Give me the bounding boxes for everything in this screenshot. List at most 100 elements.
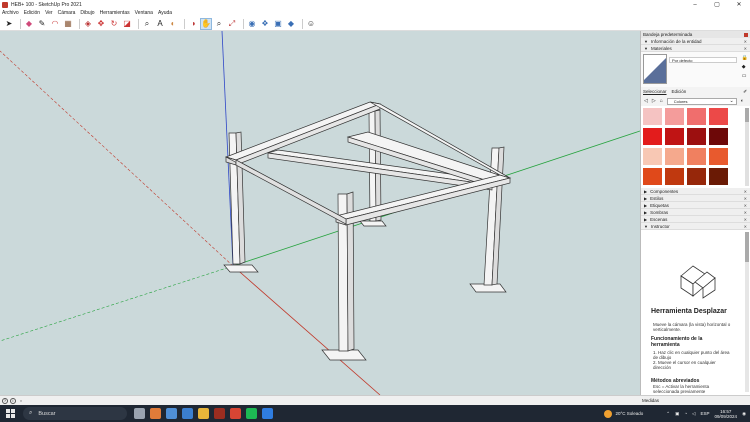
- color-swatch[interactable]: [687, 128, 706, 145]
- panel-scenes[interactable]: ▶ Escenas ✕: [641, 216, 750, 223]
- zoom-extents-icon[interactable]: ⤢: [227, 19, 237, 29]
- drawing-area[interactable]: [0, 31, 640, 395]
- extension-icon[interactable]: ❖: [260, 19, 270, 29]
- color-swatch[interactable]: [643, 168, 662, 185]
- close-button[interactable]: ✕: [728, 0, 750, 9]
- taskbar-app-icon[interactable]: [262, 408, 273, 419]
- material-swatch[interactable]: [643, 54, 667, 84]
- pencil-icon[interactable]: ✎: [37, 19, 47, 29]
- pan-icon[interactable]: ✋: [200, 17, 212, 30]
- select-icon[interactable]: ➤: [4, 19, 14, 29]
- taskbar-app-icon[interactable]: [150, 408, 161, 419]
- menu-ayuda[interactable]: Ayuda: [158, 10, 172, 16]
- minimize-button[interactable]: –: [684, 0, 706, 9]
- warehouse-icon[interactable]: ◉: [247, 19, 257, 29]
- user-icon[interactable]: ☺: [306, 19, 316, 29]
- credits-icon[interactable]: ○: [18, 398, 24, 404]
- tab-select[interactable]: Seleccionar: [643, 89, 667, 94]
- language-indicator[interactable]: ESP: [701, 411, 710, 416]
- menu-ver[interactable]: Ver: [45, 10, 53, 16]
- taskbar-app-icon[interactable]: [214, 408, 225, 419]
- color-swatch[interactable]: [665, 148, 684, 165]
- zoom-icon[interactable]: ⌕: [214, 19, 224, 29]
- color-swatch[interactable]: [709, 108, 728, 125]
- panel-close-icon[interactable]: ✕: [744, 210, 747, 215]
- color-swatch[interactable]: [709, 168, 728, 185]
- geolocation-icon[interactable]: i: [10, 397, 16, 404]
- panel-close-icon[interactable]: ✕: [744, 46, 747, 51]
- color-swatch[interactable]: [709, 128, 728, 145]
- tape-measure-icon[interactable]: ⌕: [142, 19, 152, 29]
- color-swatch[interactable]: [643, 148, 662, 165]
- panel-close-icon[interactable]: ✕: [744, 217, 747, 222]
- clock[interactable]: 16:57 09/09/2024: [715, 409, 738, 419]
- color-swatch[interactable]: [643, 128, 662, 145]
- start-button[interactable]: [6, 409, 15, 418]
- color-swatch[interactable]: [665, 128, 684, 145]
- menu-dibujo[interactable]: Dibujo: [80, 10, 94, 16]
- maximize-button[interactable]: ▢: [706, 0, 728, 9]
- color-swatch[interactable]: [709, 148, 728, 165]
- details-icon[interactable]: ◐: [741, 98, 744, 104]
- layout-icon[interactable]: ▣: [273, 19, 283, 29]
- tab-edit[interactable]: Edición: [672, 89, 687, 94]
- panel-shadows[interactable]: ▶ Sombras ✕: [641, 209, 750, 216]
- color-swatch[interactable]: [665, 168, 684, 185]
- taskbar-app-icon[interactable]: [246, 408, 257, 419]
- arc-icon[interactable]: ◠: [50, 19, 60, 29]
- notifications-icon[interactable]: ◉: [742, 411, 746, 417]
- instructor-scrollbar[interactable]: [745, 232, 749, 392]
- back-icon[interactable]: ◁: [644, 98, 648, 104]
- taskbar-app-icon[interactable]: [166, 408, 177, 419]
- eraser-icon[interactable]: ◆: [24, 19, 34, 29]
- wifi-icon[interactable]: ◔: [684, 411, 687, 416]
- home-icon[interactable]: ⌂: [660, 98, 663, 104]
- panel-materials[interactable]: ▼ Materiales ✕: [641, 45, 750, 52]
- help-icon[interactable]: ?: [2, 397, 8, 404]
- forward-icon[interactable]: ▷: [652, 98, 656, 104]
- color-swatch[interactable]: [665, 108, 684, 125]
- taskbar-search[interactable]: ⌕ Buscar: [23, 407, 127, 420]
- scale-icon[interactable]: ◪: [122, 19, 132, 29]
- panel-close-icon[interactable]: ✕: [744, 39, 747, 44]
- orbit-icon[interactable]: ◑: [188, 19, 198, 29]
- taskbar-app-icon[interactable]: [134, 408, 145, 419]
- panel-close-icon[interactable]: ✕: [744, 189, 747, 194]
- swatch-scrollbar[interactable]: [745, 108, 749, 186]
- color-swatch[interactable]: [687, 108, 706, 125]
- color-swatch[interactable]: [687, 168, 706, 185]
- material-name-field[interactable]: Por defecto: [669, 57, 737, 63]
- panel-instructor[interactable]: ▼ Instructor ✕: [641, 223, 750, 230]
- menu-herramientas[interactable]: Herramientas: [100, 10, 130, 16]
- weather-widget[interactable]: 20°C Soleado: [604, 409, 643, 418]
- panel-close-icon[interactable]: ✕: [744, 203, 747, 208]
- panel-close-icon[interactable]: ✕: [744, 196, 747, 201]
- close-tray-icon[interactable]: [744, 32, 748, 37]
- lock-icon[interactable]: 🔒: [742, 55, 748, 61]
- move-icon[interactable]: ✥: [96, 19, 106, 29]
- rotate-icon[interactable]: ↻: [109, 19, 119, 29]
- taskbar-app-icon[interactable]: [230, 408, 241, 419]
- paint-bucket-icon[interactable]: ◐: [168, 19, 178, 29]
- menu-edicion[interactable]: Edición: [24, 10, 40, 16]
- panel-styles[interactable]: ▶ Estilos ✕: [641, 195, 750, 202]
- volume-icon[interactable]: ◁: [692, 411, 695, 417]
- menu-archivo[interactable]: Archivo: [2, 10, 19, 16]
- create-material-icon[interactable]: ◆: [742, 64, 748, 70]
- color-swatch[interactable]: [643, 108, 662, 125]
- ruby-icon[interactable]: ◆: [286, 19, 296, 29]
- panel-components[interactable]: ▶ Componentes ✕: [641, 188, 750, 195]
- color-swatch[interactable]: [687, 148, 706, 165]
- panel-tags[interactable]: ▶ Etiquetas ✕: [641, 202, 750, 209]
- taskbar-app-icon[interactable]: [182, 408, 193, 419]
- rectangle-icon[interactable]: ▦: [63, 19, 73, 29]
- chevron-up-icon[interactable]: ⌃: [666, 411, 670, 417]
- taskbar-app-icon[interactable]: [198, 408, 209, 419]
- menu-camara[interactable]: Cámara: [58, 10, 76, 16]
- collection-select[interactable]: Colores: [666, 97, 737, 105]
- network-icon[interactable]: ▣: [675, 411, 679, 417]
- eyedropper-icon[interactable]: ✐: [743, 89, 747, 95]
- panel-close-icon[interactable]: ✕: [744, 224, 747, 229]
- push-pull-icon[interactable]: ◈: [83, 19, 93, 29]
- menu-ventana[interactable]: Ventana: [135, 10, 153, 16]
